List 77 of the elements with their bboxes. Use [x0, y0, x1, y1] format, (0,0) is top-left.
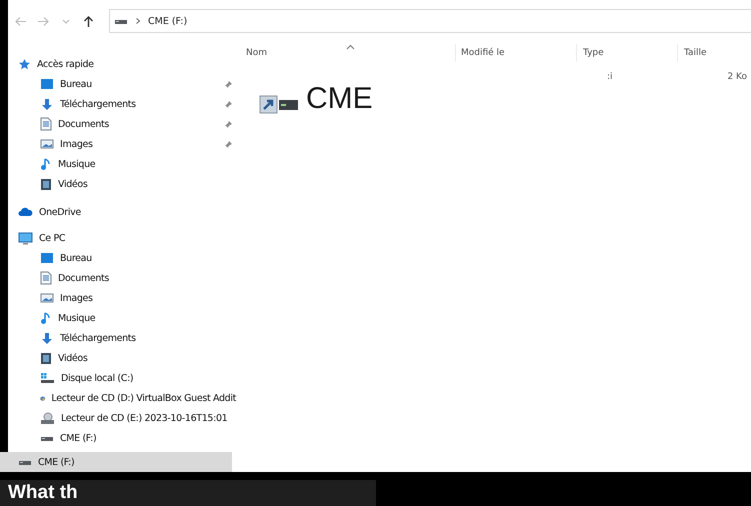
nav-item[interactable]: CME (F:) [8, 428, 236, 448]
sort-caret-icon [346, 44, 354, 50]
breadcrumb-item[interactable]: CME (F:) [148, 16, 188, 26]
document-icon [40, 117, 52, 131]
download-arrow-icon [40, 332, 54, 344]
nav-item-label: CME (F:) [38, 456, 74, 468]
film-icon [40, 352, 52, 364]
nav-item[interactable]: Musique [8, 154, 236, 174]
music-note-icon [40, 311, 52, 325]
film-icon [40, 178, 52, 190]
desktop-icon [40, 78, 54, 90]
file-name: CME [306, 82, 373, 116]
nav-item[interactable]: Téléchargements [8, 328, 236, 348]
hard-disk-icon [40, 372, 55, 384]
column-header[interactable]: Nom [236, 44, 456, 62]
nav-item-label: Accès rapide [37, 58, 94, 70]
nav-item-label: Vidéos [58, 352, 88, 364]
nav-item[interactable]: Images [8, 288, 236, 308]
nav-item-label: Images [60, 138, 93, 150]
table-cell-text: 2 Ko [726, 72, 748, 82]
nav-item[interactable]: Lecteur de CD (E:) 2023-10-16T15:01 [8, 408, 236, 428]
nav-item[interactable]: Vidéos [8, 174, 236, 194]
breadcrumb-chevron-icon [135, 17, 141, 25]
nav-item-label: Bureau [60, 252, 92, 264]
download-arrow-icon [40, 98, 54, 110]
up-arrow-icon[interactable] [82, 14, 95, 28]
disc-drive-icon [40, 412, 55, 424]
pin-icon [224, 80, 233, 89]
nav-item-label: Musique [58, 312, 96, 324]
picture-icon [40, 138, 54, 150]
nav-item[interactable]: Vidéos [8, 348, 236, 368]
drive-icon [114, 17, 128, 25]
nav-item-label: Lecteur de CD (D:) VirtualBox Guest Addit [51, 392, 236, 404]
nav-item-label: OneDrive [39, 206, 81, 218]
nav-item-label: Lecteur de CD (E:) 2023-10-16T15:01 [61, 412, 228, 424]
nav-item[interactable]: Lecteur de CD (D:) VirtualBox Guest Addit [8, 388, 236, 408]
nav-item-label: CME (F:) [60, 432, 96, 444]
nav-item-label: Musique [58, 158, 96, 170]
nav-item-label: Images [60, 292, 93, 304]
nav-item[interactable]: Documents [8, 268, 236, 288]
drive-icon [40, 434, 54, 442]
nav-item[interactable]: Bureau [8, 248, 236, 268]
nav-item-label: Téléchargements [60, 332, 136, 344]
pin-icon [224, 140, 233, 149]
nav-item-label: Téléchargements [60, 98, 136, 110]
nav-item[interactable]: Musique [8, 308, 236, 328]
nav-item[interactable]: Accès rapide [8, 54, 236, 74]
column-header[interactable]: Type [577, 44, 678, 62]
desktop-icon [40, 252, 54, 264]
nav-item-label: Documents [58, 118, 110, 130]
cloud-icon [18, 207, 33, 217]
nav-item[interactable]: Téléchargements [8, 94, 236, 114]
column-header[interactable]: Taille [678, 44, 751, 62]
address-bar[interactable]: CME (F:) [109, 9, 751, 33]
nav-item[interactable]: Bureau [8, 74, 236, 94]
drive-icon [18, 458, 32, 466]
caption-text: What th [8, 482, 79, 504]
pin-icon [224, 120, 233, 129]
document-icon [40, 271, 52, 285]
star-icon [18, 58, 31, 70]
nav-item[interactable]: OneDrive [8, 202, 236, 222]
nav-item[interactable]: Images [8, 134, 236, 154]
nav-item[interactable]: Documents [8, 114, 236, 134]
pin-icon [224, 100, 233, 109]
nav-item[interactable]: Disque local (C:) [8, 368, 236, 388]
table-cell-text: :i [606, 72, 614, 82]
column-header[interactable]: Modifié le [456, 44, 577, 62]
nav-item-label: Ce PC [39, 232, 66, 244]
nav-item[interactable]: Ce PC [8, 228, 236, 248]
nav-item-label: Disque local (C:) [61, 372, 134, 384]
nav-item[interactable]: CME (F:) [0, 452, 232, 472]
music-note-icon [40, 157, 52, 171]
monitor-icon [18, 232, 33, 244]
picture-icon [40, 292, 54, 304]
nav-item-label: Vidéos [58, 178, 88, 190]
nav-item-label: Documents [58, 272, 110, 284]
nav-item-label: Bureau [60, 78, 92, 90]
